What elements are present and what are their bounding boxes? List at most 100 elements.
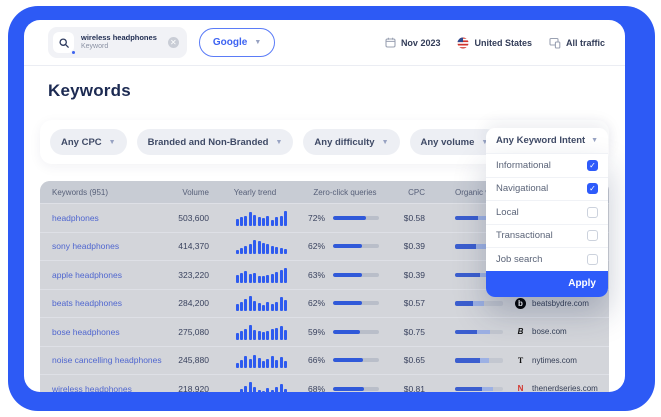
zero-click-bar <box>333 216 379 220</box>
organic-bar <box>455 387 503 392</box>
calendar-icon <box>385 37 396 48</box>
domain-cell: Bbose.com <box>515 326 609 337</box>
search-query: wireless headphones <box>81 33 157 42</box>
filter-intent-trigger[interactable]: Any Keyword Intent ▼ <box>486 128 608 153</box>
topbar: wireless headphones Keyword ✕ Google ▼ N… <box>24 20 625 66</box>
organic-bar <box>455 301 503 306</box>
keyword-link[interactable]: headphones <box>40 213 170 223</box>
clear-search-icon[interactable]: ✕ <box>168 37 179 48</box>
keyword-link[interactable]: noise cancelling headphones <box>40 355 170 365</box>
zero-click-cell: 68% <box>295 384 395 392</box>
keyword-link[interactable]: sony headphones <box>40 241 170 251</box>
domain-link[interactable]: bose.com <box>532 327 567 336</box>
filter-difficulty[interactable]: Any difficulty ▼ <box>303 129 399 155</box>
app-card: wireless headphones Keyword ✕ Google ▼ N… <box>24 20 625 392</box>
devices-icon <box>549 37 561 49</box>
domain-link[interactable]: thenerdseries.com <box>532 384 598 392</box>
intent-option-navigational[interactable]: Navigational ✓ <box>486 177 608 201</box>
trend-chart <box>236 324 287 340</box>
cpc-value: $0.39 <box>395 270 435 280</box>
trend-chart <box>236 267 287 283</box>
keyword-search-input[interactable]: wireless headphones Keyword ✕ <box>48 27 187 58</box>
zero-click-cell: 59% <box>295 327 395 337</box>
checkbox[interactable]: ✓ <box>587 183 598 194</box>
chevron-down-icon: ▼ <box>382 139 389 146</box>
intent-option-label: Transactional <box>496 230 553 241</box>
topbar-right: Nov 2023 United States All traffic <box>385 37 605 49</box>
domain-cell: Tnytimes.com <box>515 355 609 366</box>
keyword-link[interactable]: apple headphones <box>40 270 170 280</box>
volume-value: 218,920 <box>170 384 215 392</box>
zero-click-bar <box>333 387 379 391</box>
intent-option-informational[interactable]: Informational ✓ <box>486 153 608 177</box>
zero-click-cell: 66% <box>295 355 395 365</box>
chevron-down-icon: ▼ <box>254 39 261 46</box>
intent-option-label: Job search <box>496 254 542 265</box>
zero-click-bar <box>333 330 379 334</box>
domain-favicon: B <box>515 326 526 337</box>
domain-link[interactable]: beatsbydre.com <box>532 299 589 308</box>
zero-click-value: 66% <box>295 355 325 365</box>
date-label: Nov 2023 <box>401 38 441 48</box>
search-icon <box>53 32 74 53</box>
trend-chart <box>236 295 287 311</box>
keyword-link[interactable]: wireless headphones <box>40 384 170 392</box>
organic-cell <box>435 358 515 363</box>
us-flag-icon <box>457 37 469 49</box>
trend-chart <box>236 210 287 226</box>
zero-click-cell: 62% <box>295 241 395 251</box>
trend-cell <box>215 381 295 392</box>
intent-option-transactional[interactable]: Transactional <box>486 224 608 248</box>
checkbox[interactable] <box>587 254 598 265</box>
intent-option-local[interactable]: Local <box>486 200 608 224</box>
trend-chart <box>236 352 287 368</box>
checkbox[interactable] <box>587 230 598 241</box>
cpc-value: $0.57 <box>395 298 435 308</box>
trend-cell <box>215 210 295 226</box>
domain-link[interactable]: nytimes.com <box>532 356 577 365</box>
trend-cell <box>215 238 295 254</box>
zero-click-value: 63% <box>295 270 325 280</box>
checkbox[interactable] <box>587 207 598 218</box>
volume-value: 323,220 <box>170 270 215 280</box>
apply-button[interactable]: Apply <box>486 271 608 297</box>
zero-click-value: 68% <box>295 384 325 392</box>
col-zero-click: Zero-click queries <box>295 188 395 197</box>
table-row: wireless headphones218,92068%$0.81Nthene… <box>40 374 609 392</box>
organic-cell <box>435 387 515 392</box>
intent-options-panel: Informational ✓ Navigational ✓ Local Tra… <box>486 153 608 297</box>
region-select[interactable]: United States <box>457 37 532 49</box>
keyword-link[interactable]: bose headphones <box>40 327 170 337</box>
cpc-value: $0.39 <box>395 241 435 251</box>
keyword-link[interactable]: beats headphones <box>40 298 170 308</box>
trend-cell <box>215 267 295 283</box>
search-engine-select[interactable]: Google ▼ <box>199 28 275 57</box>
keyword-intent-dropdown: Any Keyword Intent ▼ Informational ✓ Nav… <box>486 128 608 297</box>
volume-value: 503,600 <box>170 213 215 223</box>
organic-bar <box>455 330 503 335</box>
trend-cell <box>215 352 295 368</box>
region-label: United States <box>474 38 532 48</box>
keyword-type-dot <box>71 50 76 55</box>
filter-volume-label: Any volume <box>421 137 475 148</box>
organic-cell <box>435 330 515 335</box>
filter-cpc[interactable]: Any CPC ▼ <box>50 129 127 155</box>
cpc-value: $0.75 <box>395 327 435 337</box>
date-select[interactable]: Nov 2023 <box>385 37 441 48</box>
checkbox[interactable]: ✓ <box>587 160 598 171</box>
zero-click-cell: 62% <box>295 298 395 308</box>
zero-click-bar <box>333 244 379 248</box>
zero-click-value: 59% <box>295 327 325 337</box>
table-row: noise cancelling headphones245,88066%$0.… <box>40 346 609 375</box>
zero-click-cell: 72% <box>295 213 395 223</box>
zero-click-value: 62% <box>295 298 325 308</box>
traffic-select[interactable]: All traffic <box>549 37 605 49</box>
intent-option-job-search[interactable]: Job search <box>486 247 608 271</box>
zero-click-value: 62% <box>295 241 325 251</box>
search-engine-label: Google <box>213 37 247 48</box>
filter-cpc-label: Any CPC <box>61 137 102 148</box>
volume-value: 284,200 <box>170 298 215 308</box>
cpc-value: $0.58 <box>395 213 435 223</box>
filter-branded[interactable]: Branded and Non-Branded ▼ <box>137 129 294 155</box>
chevron-down-icon: ▼ <box>591 137 598 144</box>
